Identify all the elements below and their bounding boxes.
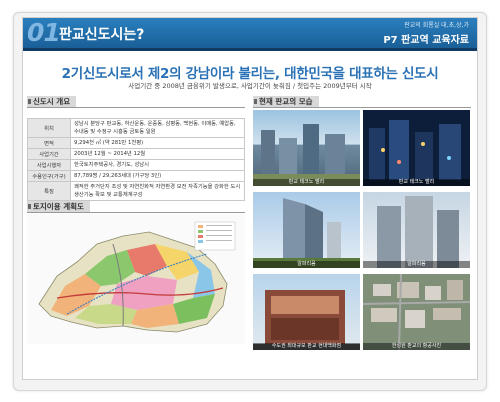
document-page: 01 판교신도시는? 판교의 회룡실 대,초,상,가 P7 판교역 교육자료 2… bbox=[22, 17, 478, 380]
section-number: 01 bbox=[27, 18, 61, 47]
page-title: 판교신도시는? bbox=[59, 27, 145, 43]
overview-row: 수용인구(가구) 87,789명 / 29,263세대 (가구당 3인) bbox=[27, 170, 245, 182]
landuse-map bbox=[27, 214, 245, 344]
overview-key: 위치 bbox=[27, 118, 71, 138]
overview-value: 성남시 분당구 판교동, 하산운동, 운중동, 삼평동, 백현동, 이매동, 예… bbox=[70, 118, 245, 138]
headline: 2기신도시로서 제2의 강남이라 불리는, 대한민국을 대표하는 신도시 bbox=[61, 66, 439, 82]
overview-key: 사업기간 bbox=[27, 148, 71, 160]
overview-row: 사업기간 2003년 12월 ~ 2014년 12월 bbox=[27, 148, 245, 160]
header-small-caption: 판교의 회룡실 대,초,상,가 bbox=[404, 22, 469, 29]
current-section-title: 현재 판교의 모습 bbox=[253, 96, 319, 107]
overview-value: 쾌적한 주거단지 조성 및 자연친화적 자연환경 보전 자족기능을 강화한 도시… bbox=[70, 181, 245, 201]
current-section-header: 현재 판교의 모습 bbox=[253, 96, 471, 108]
overview-value: 한국토지주택공사, 경기도, 성남시 bbox=[70, 159, 245, 171]
overview-key: 사업시행자 bbox=[27, 159, 71, 171]
photo-grid: 판교 테크노 밸리 판교 테크노 밸리 알파리움 알파리움 수도권 최대규모 판… bbox=[253, 110, 471, 350]
landuse-section-header: 토지이용 계획도 bbox=[27, 201, 245, 213]
photo-techno-valley-night: 판교 테크노 밸리 bbox=[363, 110, 470, 186]
overview-section-title: 신도시 개요 bbox=[27, 96, 77, 107]
overview-row: 특징 쾌적한 주거단지 조성 및 자연친화적 자연환경 보전 자족기능을 강화한 … bbox=[27, 181, 245, 201]
overview-key: 면적 bbox=[27, 137, 71, 149]
photo-caption: 알파리움 bbox=[253, 261, 360, 268]
overview-row: 사업시행자 한국토지주택공사, 경기도, 성남시 bbox=[27, 159, 245, 171]
photo-caption: 수도권 최대규모 판교 현대백화점 bbox=[253, 343, 360, 350]
photo-aerial-view: 한성원 판교의 항공사진 bbox=[363, 274, 470, 350]
photo-hyundai-department-store: 수도권 최대규모 판교 현대백화점 bbox=[253, 274, 360, 350]
photo-caption: 알파리움 bbox=[363, 261, 470, 268]
overview-key: 수용인구(가구) bbox=[27, 170, 71, 182]
overview-section-header: 신도시 개요 bbox=[27, 96, 245, 108]
photo-techno-valley-day: 판교 테크노 밸리 bbox=[253, 110, 360, 186]
photo-alpharium-2: 알파리움 bbox=[363, 192, 470, 268]
header-subtitle: P7 판교역 교육자료 bbox=[383, 35, 469, 46]
photo-caption: 한성원 판교의 항공사진 bbox=[363, 343, 470, 350]
overview-row: 면적 9,294천 ㎡ (약 281만 1천평) bbox=[27, 137, 245, 149]
title-banner: 01 판교신도시는? 판교의 회룡실 대,초,상,가 P7 판교역 교육자료 bbox=[23, 18, 477, 48]
photo-caption: 판교 테크노 밸리 bbox=[363, 179, 470, 186]
overview-row: 위치 성남시 분당구 판교동, 하산운동, 운중동, 삼평동, 백현동, 이매동,… bbox=[27, 118, 245, 138]
sub-headline: 사업기간 중 2008년 금융위기 발생으로, 사업기간이 늦춰짐 / 첫입주는… bbox=[128, 82, 372, 90]
landuse-section-title: 토지이용 계획도 bbox=[27, 201, 90, 212]
overview-value: 9,294천 ㎡ (약 281만 1천평) bbox=[70, 137, 245, 149]
overview-table: 위치 성남시 분당구 판교동, 하산운동, 운중동, 삼평동, 백현동, 이매동,… bbox=[27, 118, 245, 201]
overview-value: 87,789명 / 29,263세대 (가구당 3인) bbox=[70, 170, 245, 182]
banner-underline bbox=[23, 48, 477, 51]
photo-caption: 판교 테크노 밸리 bbox=[253, 179, 360, 186]
photo-alpharium-1: 알파리움 bbox=[253, 192, 360, 268]
landuse-map-graphic bbox=[27, 214, 245, 344]
overview-value: 2003년 12월 ~ 2014년 12월 bbox=[70, 148, 245, 160]
overview-key: 특징 bbox=[27, 181, 71, 201]
